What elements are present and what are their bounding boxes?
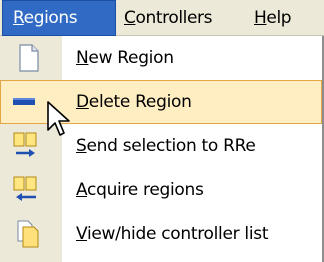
mouse-cursor-icon [47,101,70,136]
menu-controllers[interactable]: Controllers [124,0,212,36]
view-hide-text: iew/hide controller list [86,224,269,244]
acquire-regions-text: cquire regions [87,180,204,200]
delete-region-text: elete Region [88,92,192,112]
view-hide-mnemonic: V [76,224,87,244]
menu-item-new-region[interactable]: New Region [0,36,322,80]
menu-controllers-mnemonic: C [124,8,136,28]
new-region-text: ew Region [88,48,174,68]
menu-regions-mnemonic: R [13,8,24,28]
menu-regions[interactable]: Regions [2,0,116,36]
menu-help[interactable]: Help [254,0,292,36]
menu-regions-label: egions [23,8,78,28]
send-selection-text: end selection to RRe [86,136,256,156]
menu-bar: Regions Controllers Help [0,0,324,36]
acquire-regions-mnemonic: A [76,180,88,200]
send-selection-icon [13,132,37,157]
menu-help-mnemonic: H [254,8,267,28]
menu-item-send-selection-label: Send selection to RRe [76,124,256,168]
new-region-icon [19,44,39,72]
send-selection-mnemonic: S [76,136,87,156]
new-region-mnemonic: N [76,48,89,68]
menu-item-view-hide-controller-list[interactable]: View/hide controller list [0,212,322,256]
menu-controllers-label: ontrollers [135,8,213,28]
delete-region-icon [13,98,35,105]
menu-item-acquire-regions-label: Acquire regions [76,168,204,212]
menu-help-label: elp [266,8,292,28]
controller-list-icon [17,220,39,248]
menu-item-delete-region-label: Delete Region [76,80,192,124]
menu-item-new-region-label: New Region [76,36,174,80]
delete-region-mnemonic: D [76,92,89,112]
regions-dropdown-menu: New Region Delete Region Send selection … [0,36,324,262]
acquire-regions-icon [13,176,37,201]
menu-item-view-hide-controller-list-label: View/hide controller list [76,212,269,256]
menu-item-acquire-regions[interactable]: Acquire regions [0,168,322,212]
